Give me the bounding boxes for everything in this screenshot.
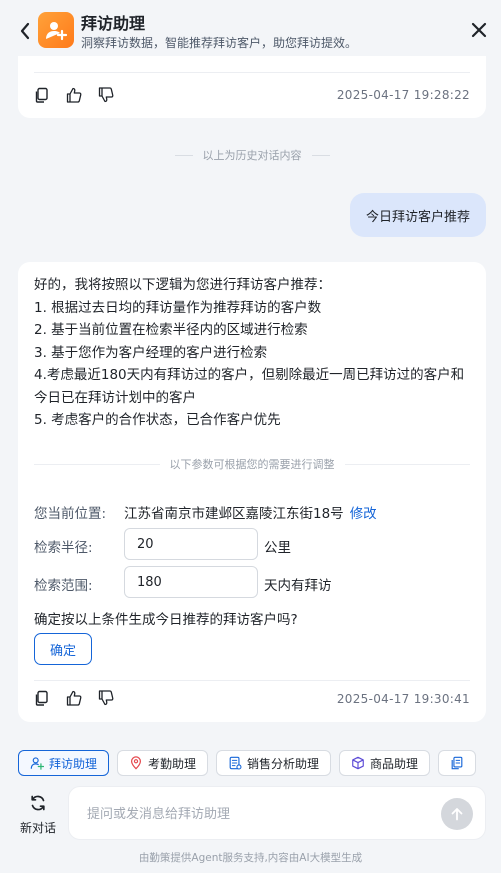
message-timestamp: 2025-04-17 19:28:22 xyxy=(336,88,470,102)
back-chevron-icon[interactable] xyxy=(18,21,32,41)
range-unit: 天内有拜访 xyxy=(264,578,332,594)
radius-label: 检索半径: xyxy=(34,540,93,556)
user-message-bubble: 今日拜访客户推荐 xyxy=(349,193,486,237)
edit-location-link[interactable]: 修改 xyxy=(350,506,377,522)
range-label: 检索范围: xyxy=(34,578,93,594)
assistant-chip-visit[interactable]: 拜访助理 xyxy=(18,750,110,776)
reply-point-4: 4.考虑最近180天内有拜访过的客户，但剔除最近一周已拜访过的客户和今日已在拜访… xyxy=(34,367,465,406)
location-value: 江苏省南京市建邺区嘉陵江东街18号 xyxy=(124,506,344,522)
radius-input[interactable] xyxy=(124,528,258,560)
reply-point-2: 2. 基于当前位置在检索半径内的区域进行检索 xyxy=(34,322,308,338)
reply-intro: 好的，我将按照以下逻辑为您进行拜访客户推荐： xyxy=(34,277,331,293)
document-chart-icon xyxy=(229,756,242,770)
reply-point-3: 3. 基于您作为客户经理的客户进行检索 xyxy=(34,344,268,361)
people-add-icon xyxy=(30,757,44,770)
cube-icon xyxy=(352,756,364,770)
message-actions xyxy=(34,690,114,706)
location-pin-icon xyxy=(131,756,142,770)
range-input[interactable] xyxy=(124,566,258,598)
message-actions xyxy=(34,87,114,103)
send-button[interactable] xyxy=(441,798,473,830)
refresh-icon xyxy=(31,795,45,811)
copy-icon[interactable] xyxy=(34,87,50,103)
assistant-chip-label: 销售分析助理 xyxy=(247,756,320,771)
assistant-chip-label: 商品助理 xyxy=(370,756,419,771)
assistant-chip-attendance[interactable]: 考勤助理 xyxy=(117,750,209,776)
app-title: 拜访助理 xyxy=(81,14,146,33)
divider xyxy=(34,72,470,73)
assistant-chip-product[interactable]: 商品助理 xyxy=(339,750,431,776)
thumbs-down-icon[interactable] xyxy=(98,690,114,706)
confirm-button[interactable]: 确定 xyxy=(34,633,92,665)
message-input-box xyxy=(68,786,486,840)
thumbs-up-icon[interactable] xyxy=(66,87,82,103)
location-label: 您当前位置: xyxy=(34,506,107,522)
thumbs-down-icon[interactable] xyxy=(98,87,114,103)
reply-text: 好的，我将按照以下逻辑为您进行拜访客户推荐： 1. 根据过去日均的拜访量作为推荐… xyxy=(34,274,474,432)
thumbs-up-icon[interactable] xyxy=(66,690,82,706)
assistant-chip-label: 拜访助理 xyxy=(49,756,98,771)
close-icon[interactable] xyxy=(471,22,487,38)
reply-point-1: 1. 根据过去日均的拜访量作为推荐拜访的客户数 xyxy=(34,299,322,316)
header: 拜访助理 洞察拜访数据，智能推荐拜访客户，助您拜访提效。 xyxy=(0,0,501,62)
history-separator-text: 以上为历史对话内容 xyxy=(202,149,302,162)
assistant-chip-label: 考勤助理 xyxy=(148,756,197,771)
assistant-chip-sales-analysis[interactable]: 销售分析助理 xyxy=(216,750,332,776)
parameter-separator-text: 以下参数可根据您的需要进行调整 xyxy=(169,458,335,471)
confirm-question: 确定按以上条件生成今日推荐的拜访客户吗? xyxy=(34,612,298,628)
parameter-separator: 以下参数可根据您的需要进行调整 xyxy=(34,456,470,472)
history-separator: 以上为历史对话内容 xyxy=(18,146,486,164)
location-value-row: 江苏省南京市建邺区嘉陵江东街18号 修改 xyxy=(124,502,377,522)
radius-unit: 公里 xyxy=(264,540,291,556)
arrow-up-icon xyxy=(451,808,463,821)
assistant-chip-more[interactable] xyxy=(438,750,477,776)
footer-disclaimer: 由勤策提供Agent服务支持,内容由AI大模型生成 xyxy=(138,852,363,864)
reply-point-5: 5. 考虑客户的合作状态，已合作客户优先 xyxy=(34,412,281,428)
app-subtitle: 洞察拜访数据，智能推荐拜访客户，助您拜访提效。 xyxy=(81,36,358,50)
assistant-reply-card: 好的，我将按照以下逻辑为您进行拜访客户推荐： 1. 根据过去日均的拜访量作为推荐… xyxy=(18,262,486,722)
new-chat-button[interactable]: 新对话 xyxy=(16,794,60,836)
message-timestamp: 2025-04-17 19:30:41 xyxy=(336,692,470,706)
app-logo xyxy=(38,12,74,48)
divider xyxy=(34,680,470,681)
assistant-switcher: 拜访助理 考勤助理 销售分析助理 商品助理 xyxy=(18,750,477,776)
previous-message-card: 2025-04-17 19:28:22 xyxy=(18,56,486,118)
documents-icon xyxy=(451,756,463,770)
copy-icon[interactable] xyxy=(34,690,50,706)
message-input[interactable] xyxy=(87,803,417,825)
new-chat-label: 新对话 xyxy=(19,821,56,835)
people-add-icon xyxy=(46,22,68,41)
